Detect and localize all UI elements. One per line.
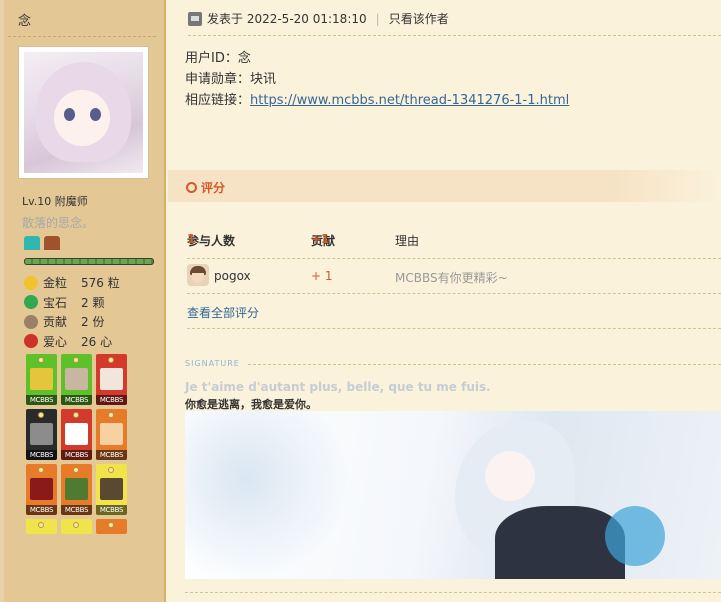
signature-divider (248, 364, 721, 365)
thread-link[interactable]: https://www.mcbbs.net/thread-1341276-1-1… (250, 93, 569, 108)
medal-tag: MCBBS (61, 395, 92, 405)
book-feather-medal-icon[interactable]: MCBBS (61, 354, 92, 405)
medal-grid: MCBBS MCBBS MCBBS MCBBS MCBBS MCBBS MCBBS MCBBS… (26, 354, 130, 534)
leaves-medal-icon[interactable]: MCBBS (61, 464, 92, 515)
online-status-icon (188, 11, 202, 26)
author-name[interactable]: 念 (18, 10, 31, 29)
stat-row: 贡献 2 份 (24, 312, 120, 332)
orange-medal-icon[interactable] (96, 519, 127, 534)
post-timestamp: 发表于 2022-5-20 01:18:10 (207, 12, 367, 26)
diamond-helmet-icon (24, 236, 40, 250)
medal-tag: MCBBS (96, 450, 127, 460)
stat-row: 爱心 26 心 (24, 332, 120, 352)
view-all-ratings-link[interactable]: 查看全部评分 (187, 304, 259, 321)
rating-divider (187, 293, 721, 294)
gold-coin-icon (24, 275, 38, 290)
medal-tag: MCBBS (96, 505, 127, 515)
java-cup-medal-icon[interactable]: MCBBS (96, 354, 127, 405)
user-stats: 金粒 576 粒宝石 2 颗贡献 2 份爱心 26 心 (24, 273, 120, 351)
avatar[interactable] (18, 46, 149, 179)
avatar-image (24, 52, 143, 173)
cookie-icon (24, 314, 38, 329)
ten-years-medal-icon[interactable]: MCBBS (96, 409, 127, 460)
medal-tag: MCBBS (26, 395, 57, 405)
stat-value: 26 心 (81, 334, 113, 349)
content-line-userid: 用户ID：念 (185, 51, 251, 66)
rating-divider (187, 328, 721, 329)
signature-label: SIGNATURE (185, 359, 240, 368)
stat-value: 2 份 (81, 315, 105, 330)
only-author-link[interactable]: 只看该作者 (389, 10, 449, 27)
rater-contribution: + 1 (311, 269, 333, 283)
rating-ring-icon (186, 182, 197, 193)
stat-value: 2 颗 (81, 295, 105, 310)
signature-banner-image (185, 411, 721, 579)
medal-tag: MCBBS (61, 505, 92, 515)
gem-icon (24, 295, 38, 310)
stat-label: 宝石 (43, 295, 68, 310)
group-icons (24, 236, 60, 250)
stat-row: 宝石 2 颗 (24, 293, 120, 313)
grid-medal-icon[interactable]: MCBBS (61, 409, 92, 460)
redstone-medal-icon[interactable]: MCBBS (26, 464, 57, 515)
rater-avatar[interactable] (187, 264, 209, 286)
user-level[interactable]: Lv.10 附魔师 (22, 193, 88, 209)
header-separator: | (375, 11, 380, 26)
pickaxe-medal-icon[interactable]: MCBBS (96, 464, 127, 515)
grass-block-medal-icon[interactable]: MCBBS (26, 354, 57, 405)
signature-quote: Je t'aime d'autant plus, belle, que tu m… (185, 380, 491, 394)
sidebar-divider (8, 36, 156, 37)
signature-chinese: 你愈是逃离，我愈是爱你。 (185, 398, 317, 411)
reason-header: 理由 (395, 234, 420, 248)
header-divider (188, 35, 721, 36)
stat-label: 金粒 (43, 276, 68, 291)
stat-value: 576 粒 (81, 276, 120, 291)
stat-row: 金粒 576 粒 (24, 273, 120, 293)
medal-tag: MCBBS (26, 505, 57, 515)
rating-divider (187, 258, 721, 259)
stat-label: 贡献 (43, 315, 68, 330)
medal-tag: MCBBS (96, 395, 127, 405)
rating-band (168, 170, 721, 202)
rating-title: 评分 (186, 179, 225, 196)
experience-bar (24, 258, 154, 265)
content-line-medal: 申请勋章：块讯 (185, 72, 277, 87)
content-line-link: 相应链接：https://www.mcbbs.net/thread-134127… (185, 93, 570, 108)
medal-tag: MCBBS (61, 450, 92, 460)
yellow-medal-icon[interactable] (26, 519, 57, 534)
rating-row: pogox + 1 MCBBS有你更精彩~ (187, 264, 717, 288)
sidebar-edge (0, 0, 4, 602)
user-motto: 散落的思念。 (22, 216, 95, 230)
stat-label: 爱心 (43, 334, 68, 349)
post-header: 发表于 2022-5-20 01:18:10 | 只看该作者 (188, 10, 449, 27)
post-bottom-divider (185, 592, 721, 593)
post-main: 发表于 2022-5-20 01:18:10 | 只看该作者 用户ID：念 申请… (168, 0, 721, 602)
leather-helmet-icon (44, 236, 60, 250)
rater-reason: MCBBS有你更精彩~ (395, 271, 508, 285)
rater-name[interactable]: pogox (214, 269, 251, 283)
experience-fill (25, 259, 153, 264)
yellow-medal-icon[interactable] (61, 519, 92, 534)
medal-tag: MCBBS (26, 450, 57, 460)
author-sidebar: 念 Lv.10 附魔师 散落的思念。 金粒 576 粒宝石 2 颗贡献 2 份爱心 26… (0, 0, 166, 602)
post-content: 用户ID：念 申请勋章：块讯 相应链接：https://www.mcbbs.ne… (185, 48, 569, 111)
stone-medal-icon[interactable]: MCBBS (26, 409, 57, 460)
apple-icon (24, 334, 38, 349)
